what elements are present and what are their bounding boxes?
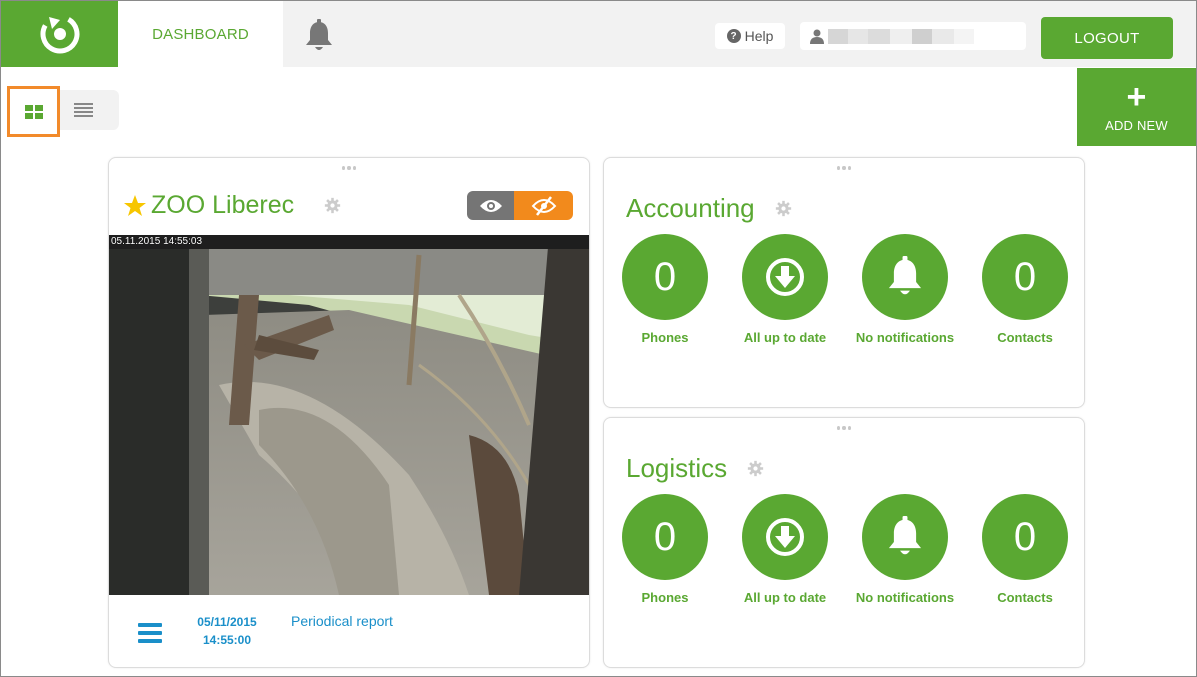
accounting-stats: 0 Phones All up to date No notifications [622, 234, 1082, 354]
phones-label: Phones [641, 330, 689, 345]
notifications-label: No notifications [855, 590, 955, 605]
phones-count: 0 [622, 494, 708, 580]
notifications-label: No notifications [855, 330, 955, 345]
user-name-redacted-2 [848, 29, 868, 44]
logo-icon [40, 14, 79, 54]
accounting-card-header: Accounting [626, 193, 792, 224]
notifications-bell-icon[interactable] [303, 19, 335, 53]
stat-contacts[interactable]: 0 Contacts [982, 234, 1068, 345]
zoo-card-header: ZOO Liberec [123, 191, 341, 220]
logout-button[interactable]: LOGOUT [1041, 17, 1173, 59]
zoo-card-footer: 05/11/2015 14:55:00 Periodical report [109, 595, 589, 667]
accounting-card: Accounting 0 Phones All up to date No no… [603, 157, 1085, 408]
drag-handle[interactable] [837, 166, 851, 170]
camera-scene [109, 235, 589, 595]
user-name-redacted [828, 29, 848, 44]
updates-label: All up to date [743, 330, 827, 345]
menu-icon[interactable] [138, 623, 162, 643]
drag-handle[interactable] [837, 426, 851, 430]
updates-label: All up to date [743, 590, 827, 605]
user-name-redacted-4 [890, 29, 912, 44]
grid-view-button[interactable] [7, 86, 60, 137]
contacts-count: 0 [982, 494, 1068, 580]
show-button[interactable] [467, 191, 514, 220]
stat-notifications[interactable]: No notifications [856, 234, 954, 345]
help-label: Help [744, 28, 774, 44]
stat-updates[interactable]: All up to date [742, 234, 828, 345]
settings-gear-icon[interactable] [747, 460, 764, 477]
phones-count: 0 [622, 234, 708, 320]
user-menu[interactable] [800, 22, 1026, 50]
contacts-label: Contacts [997, 590, 1053, 605]
help-icon: ? [726, 29, 741, 43]
hide-button[interactable] [514, 191, 573, 220]
report-date: 05/11/2015 [197, 615, 257, 629]
user-name-redacted-5 [912, 29, 932, 44]
grid-view-icon [24, 104, 43, 119]
contacts-label: Contacts [997, 330, 1053, 345]
stat-notifications[interactable]: No notifications [856, 494, 954, 605]
camera-timestamp: 05.11.2015 14:55:03 [111, 236, 203, 247]
eye-slash-icon [531, 195, 556, 216]
report-datetime: 05/11/2015 14:55:00 [189, 613, 265, 649]
contacts-count: 0 [982, 234, 1068, 320]
logistics-card-title: Logistics [626, 453, 728, 483]
bell-icon [862, 494, 948, 580]
user-name-redacted-3 [868, 29, 890, 44]
add-new-label: ADD NEW [1105, 117, 1168, 133]
camera-feed-image[interactable]: 05.11.2015 14:55:03 [109, 235, 589, 595]
user-icon [810, 29, 824, 44]
stat-phones[interactable]: 0 Phones [622, 234, 708, 345]
list-view-button[interactable] [73, 101, 95, 119]
settings-gear-icon[interactable] [324, 197, 341, 214]
stat-contacts[interactable]: 0 Contacts [982, 494, 1068, 605]
accounting-card-title: Accounting [626, 193, 755, 223]
download-circle-icon [742, 494, 828, 580]
help-button[interactable]: ? Help [715, 23, 785, 49]
top-bar: DASHBOARD ? Help LOGOUT [1, 1, 1196, 67]
user-name-redacted-7 [954, 29, 974, 44]
stat-phones[interactable]: 0 Phones [622, 494, 708, 605]
user-name-redacted-6 [932, 29, 954, 44]
download-circle-icon [742, 234, 828, 320]
add-new-button[interactable]: + ADD NEW [1077, 68, 1196, 146]
drag-handle[interactable] [342, 166, 356, 170]
logistics-stats: 0 Phones All up to date No notifications [622, 494, 1082, 614]
tab-dashboard[interactable]: DASHBOARD [118, 1, 283, 67]
bell-icon [862, 234, 948, 320]
favorite-star-icon[interactable] [123, 194, 147, 218]
app-logo[interactable] [1, 1, 118, 67]
logistics-card-header: Logistics [626, 453, 764, 484]
logistics-card: Logistics 0 Phones All up to date No not… [603, 417, 1085, 668]
report-time: 14:55:00 [202, 633, 252, 647]
report-link[interactable]: Periodical report [291, 613, 393, 629]
stat-updates[interactable]: All up to date [742, 494, 828, 605]
zoo-card-title: ZOO Liberec [151, 191, 295, 219]
phones-label: Phones [641, 590, 689, 605]
zoo-card: ZOO Liberec 05.11.2015 14:55:03 05/11/20… [108, 157, 590, 668]
plus-icon: + [1126, 77, 1147, 116]
visibility-toggle [467, 191, 573, 220]
eye-icon [479, 199, 502, 212]
settings-gear-icon[interactable] [775, 200, 792, 217]
list-view-icon [74, 103, 93, 117]
